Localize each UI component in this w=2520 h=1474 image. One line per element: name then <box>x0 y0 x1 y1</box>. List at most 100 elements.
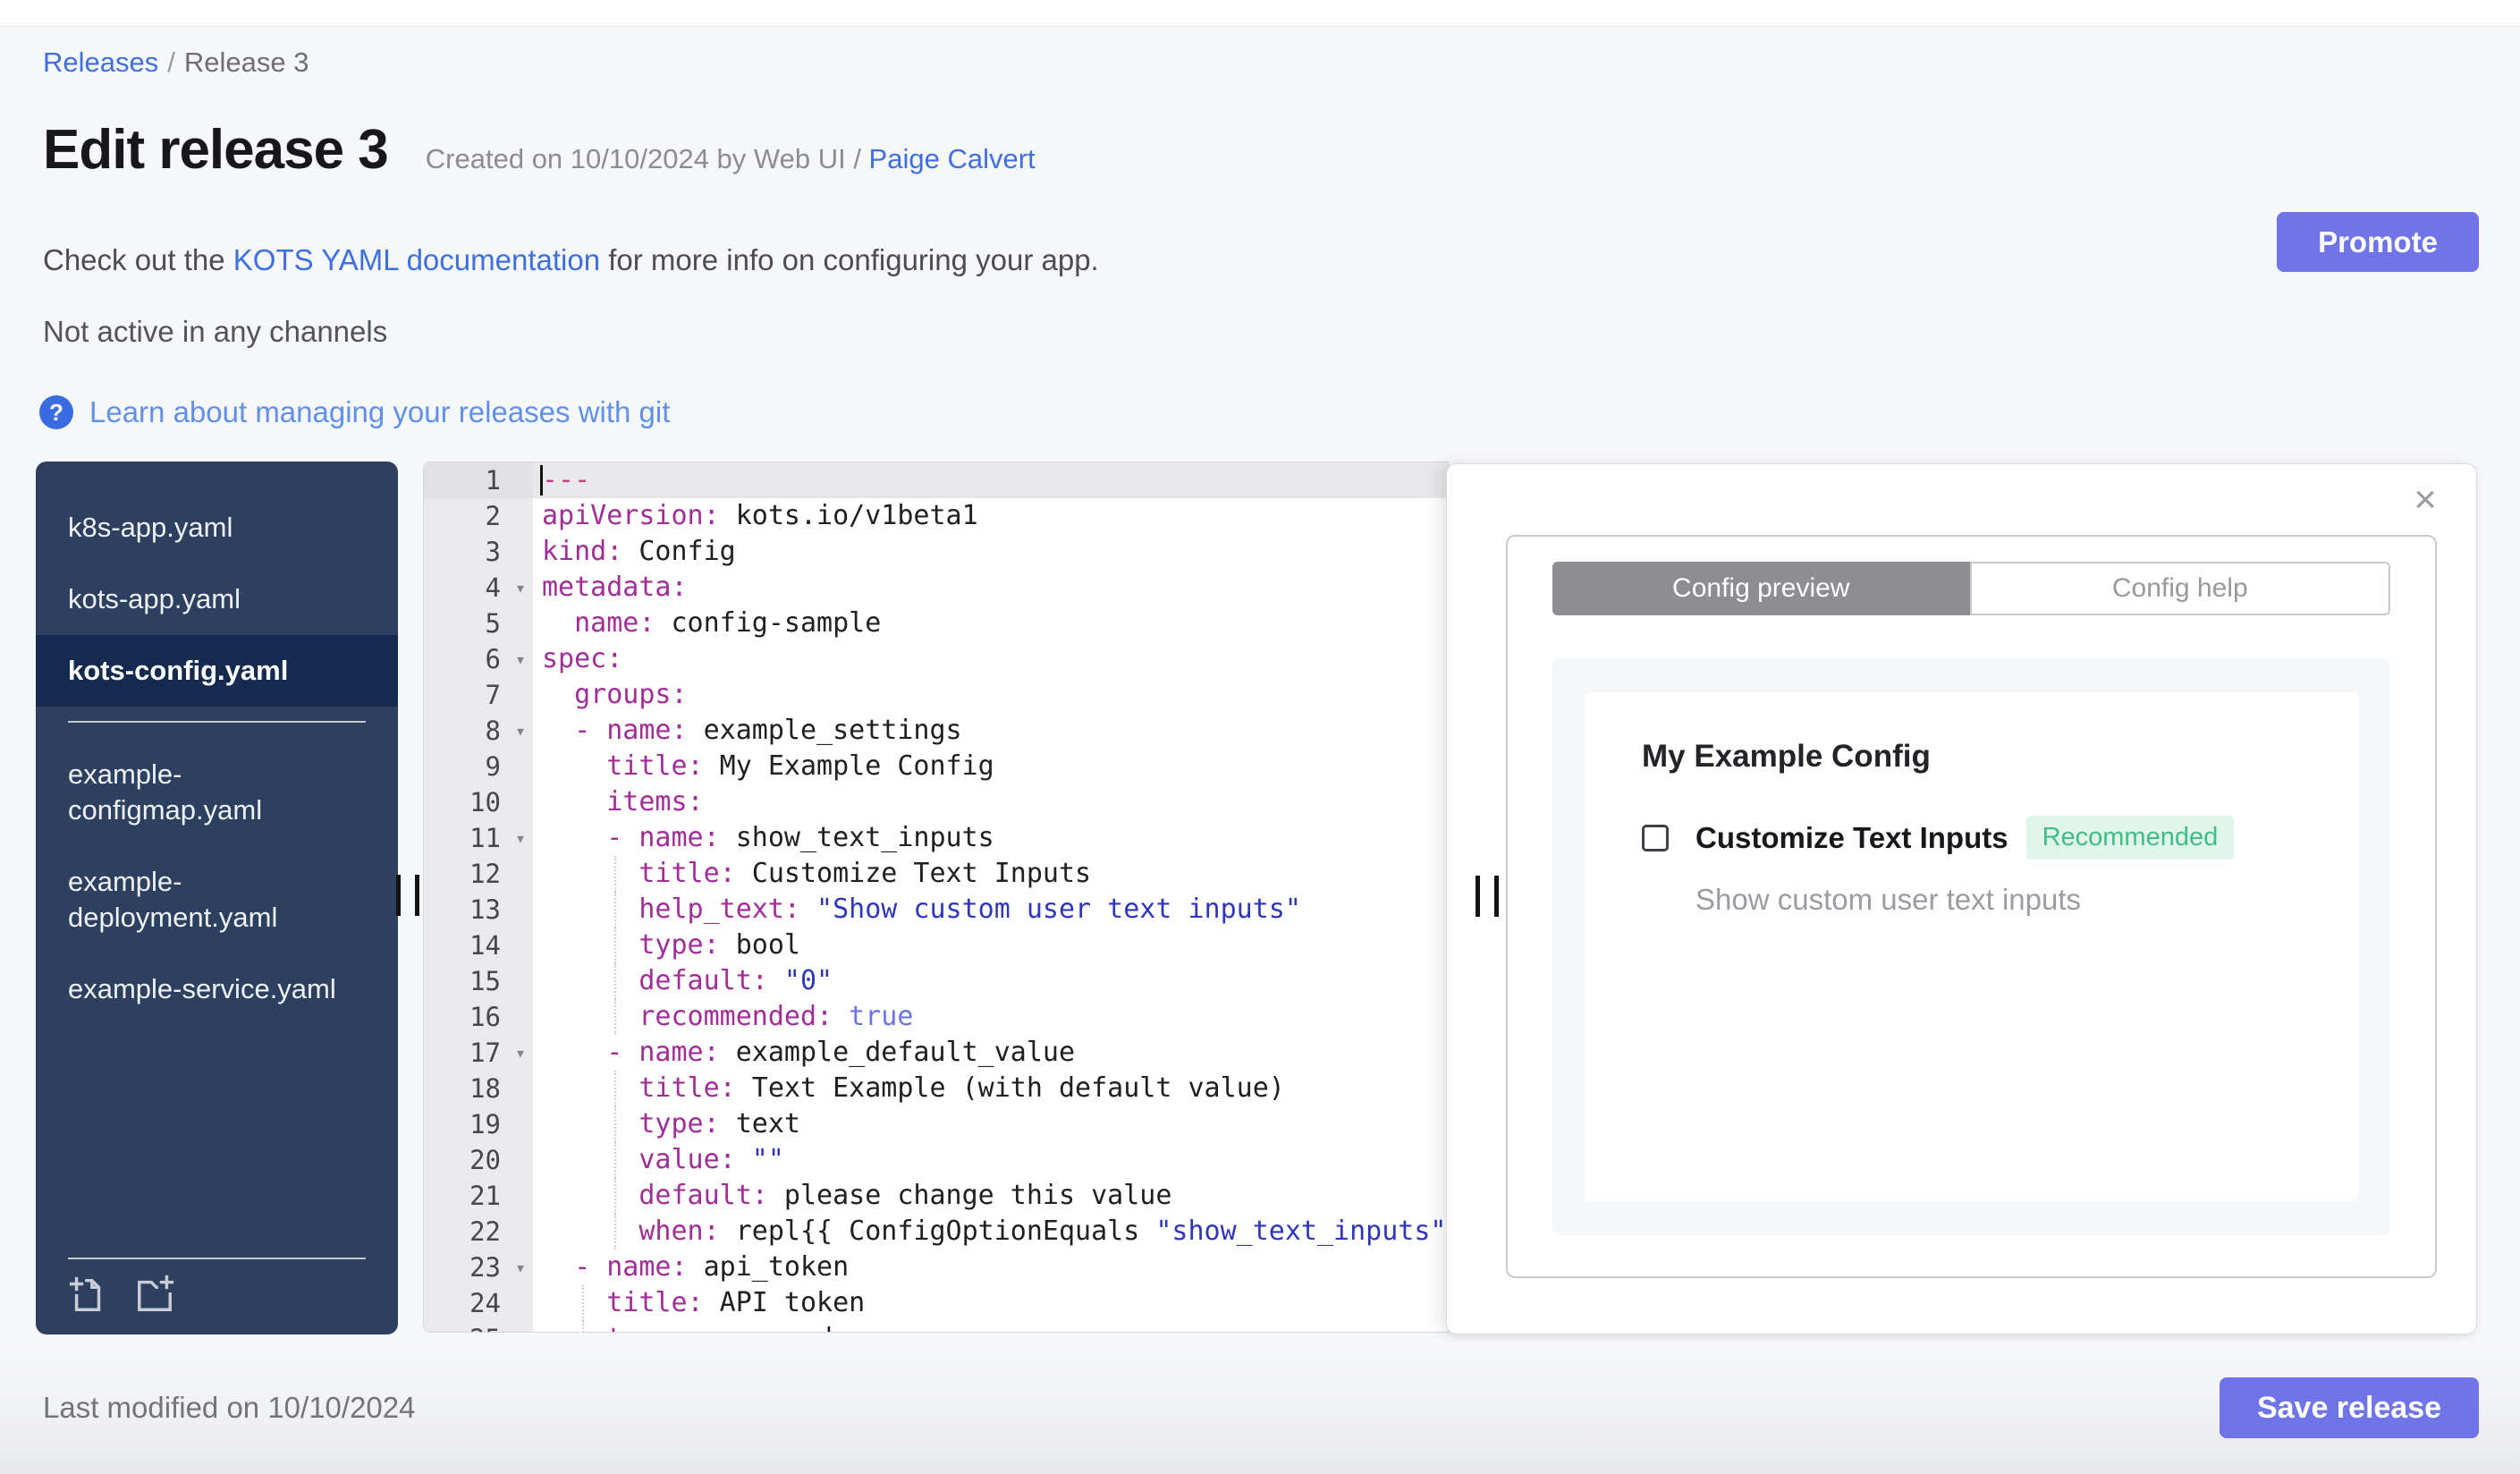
code-line[interactable]: 19 type: text <box>424 1106 1448 1142</box>
code-line-content[interactable]: - name: api_token <box>533 1250 1448 1285</box>
code-line[interactable]: 13 help_text: "Show custom user text inp… <box>424 892 1448 928</box>
code-line-content[interactable]: value: "" <box>533 1142 1448 1178</box>
code-line-content[interactable]: type: bool <box>533 928 1448 963</box>
config-preview-panel: × Config preview Config help My Example C… <box>1446 463 2477 1334</box>
customize-text-inputs-checkbox[interactable] <box>1642 824 1669 851</box>
code-line[interactable]: 24 title: API token <box>424 1285 1448 1321</box>
code-line-content[interactable]: when: repl{{ ConfigOptionEquals "show_te… <box>533 1214 1448 1250</box>
token-val: repl{{ ConfigOptionEquals <box>719 1216 1156 1247</box>
code-line-content[interactable]: apiVersion: kots.io/v1beta1 <box>533 498 1448 534</box>
file-item-kots-config.yaml[interactable]: kots-config.yaml <box>36 635 398 707</box>
token-val: password <box>688 1323 833 1332</box>
token-dash: - <box>574 715 607 746</box>
file-item-kots-app.yaml[interactable]: kots-app.yaml <box>36 563 398 635</box>
code-line[interactable]: 5 name: config-sample <box>424 606 1448 641</box>
line-number: 11 ▾ <box>424 820 533 856</box>
code-line-content[interactable]: title: Text Example (with default value) <box>533 1071 1448 1106</box>
file-item-k8s-app.yaml[interactable]: k8s-app.yaml <box>36 492 398 563</box>
code-line-content[interactable]: - name: show_text_inputs <box>533 820 1448 856</box>
indent-guide <box>614 1178 616 1214</box>
new-folder-icon[interactable] <box>134 1274 175 1315</box>
code-line[interactable]: 12 title: Customize Text Inputs <box>424 856 1448 892</box>
breadcrumb-releases-link[interactable]: Releases <box>43 47 158 78</box>
code-line-content[interactable]: type: password <box>533 1321 1448 1332</box>
tab-config-preview[interactable]: Config preview <box>1552 562 1970 615</box>
new-file-icon[interactable] <box>68 1274 109 1315</box>
file-item-example-service.yaml[interactable]: example-service.yaml <box>36 953 398 1025</box>
code-line[interactable]: 11 ▾ - name: show_text_inputs <box>424 820 1448 856</box>
code-line[interactable]: 25 type: password <box>424 1321 1448 1332</box>
indent-guide <box>582 1285 584 1321</box>
code-line[interactable]: 21 default: please change this value <box>424 1178 1448 1214</box>
line-number: 6 ▾ <box>424 641 533 677</box>
line-number: 13 <box>424 892 533 928</box>
code-line-content[interactable]: title: Customize Text Inputs <box>533 856 1448 892</box>
token-val: example_default_value <box>719 1037 1076 1068</box>
file-item-example-deployment.yaml[interactable]: example-deployment.yaml <box>36 846 398 953</box>
indent-guide <box>614 1106 616 1142</box>
code-line[interactable]: 18 title: Text Example (with default val… <box>424 1071 1448 1106</box>
code-line[interactable]: 10 items: <box>424 784 1448 820</box>
token-key: name: <box>606 1251 688 1283</box>
promote-button[interactable]: Promote <box>2277 212 2479 272</box>
panel-resize-handle[interactable] <box>1476 876 1499 917</box>
config-item-help-text: Show custom user text inputs <box>1696 883 2082 916</box>
code-line[interactable]: 7 groups: <box>424 677 1448 713</box>
code-line[interactable]: 9 title: My Example Config <box>424 749 1448 784</box>
fold-arrow-icon[interactable]: ▾ <box>515 820 526 856</box>
fold-arrow-icon[interactable]: ▾ <box>515 1035 526 1071</box>
save-release-button[interactable]: Save release <box>2220 1377 2479 1438</box>
code-line-content[interactable]: kind: Config <box>533 534 1448 570</box>
fold-arrow-icon[interactable]: ▾ <box>515 1250 526 1285</box>
code-line-content[interactable]: --- <box>533 462 1448 498</box>
code-line[interactable]: 8 ▾ - name: example_settings <box>424 713 1448 749</box>
tab-config-help[interactable]: Config help <box>1969 562 2390 615</box>
token-sp <box>542 894 638 925</box>
author-link[interactable]: Paige Calvert <box>869 143 1036 174</box>
code-line[interactable]: 6 ▾ spec: <box>424 641 1448 677</box>
code-line[interactable]: 16 recommended: true <box>424 999 1448 1035</box>
code-line-content[interactable]: items: <box>533 784 1448 820</box>
code-line-content[interactable]: type: text <box>533 1106 1448 1142</box>
token-key: title: <box>606 1287 704 1318</box>
code-line[interactable]: 4 ▾ metadata: <box>424 570 1448 606</box>
code-line-content[interactable]: spec: <box>533 641 1448 677</box>
code-line[interactable]: 2 apiVersion: kots.io/v1beta1 <box>424 498 1448 534</box>
recommended-badge: Recommended <box>2025 816 2235 860</box>
code-line[interactable]: 15 default: "0" <box>424 963 1448 999</box>
code-line-content[interactable]: title: My Example Config <box>533 749 1448 784</box>
code-line[interactable]: 17 ▾ - name: example_default_value <box>424 1035 1448 1071</box>
code-line[interactable]: 3 kind: Config <box>424 534 1448 570</box>
token-key: default: <box>638 965 768 996</box>
code-line-content[interactable]: help_text: "Show custom user text inputs… <box>533 892 1448 928</box>
yaml-code-editor[interactable]: 1 --- 2 apiVersion: kots.io/v1beta1 3 kind: C… <box>423 462 1449 1333</box>
sidebar-resize-handle[interactable] <box>396 875 419 916</box>
kots-yaml-docs-link[interactable]: KOTS YAML documentation <box>233 243 600 276</box>
file-item-example-configmap.yaml[interactable]: example-configmap.yaml <box>36 739 398 846</box>
line-number: 17 ▾ <box>424 1035 533 1071</box>
code-line-content[interactable]: default: please change this value <box>533 1178 1448 1214</box>
line-number: 19 <box>424 1106 533 1142</box>
code-line[interactable]: 23 ▾ - name: api_token <box>424 1250 1448 1285</box>
code-line-content[interactable]: default: "0" <box>533 963 1448 999</box>
code-line-content[interactable]: - name: example_default_value <box>533 1035 1448 1071</box>
fold-arrow-icon[interactable]: ▾ <box>515 641 526 677</box>
token-key: value: <box>638 1144 736 1175</box>
code-line-content[interactable]: metadata: <box>533 570 1448 606</box>
token-key: name: <box>574 607 655 639</box>
code-line[interactable]: 1 --- <box>424 462 1448 498</box>
close-icon[interactable]: × <box>2414 480 2437 520</box>
code-line-content[interactable]: recommended: true <box>533 999 1448 1035</box>
fold-arrow-icon[interactable]: ▾ <box>515 570 526 606</box>
code-line-content[interactable]: title: API token <box>533 1285 1448 1321</box>
fold-arrow-icon[interactable]: ▾ <box>515 713 526 749</box>
code-line[interactable]: 14 type: bool <box>424 928 1448 963</box>
code-line[interactable]: 20 value: "" <box>424 1142 1448 1178</box>
git-releases-link[interactable]: Learn about managing your releases with … <box>89 395 670 429</box>
code-line-content[interactable]: - name: example_settings <box>533 713 1448 749</box>
config-item-label: Customize Text Inputs <box>1696 820 2008 854</box>
code-line-content[interactable]: name: config-sample <box>533 606 1448 641</box>
code-line[interactable]: 22 when: repl{{ ConfigOptionEquals "show… <box>424 1214 1448 1250</box>
code-line-content[interactable]: groups: <box>533 677 1448 713</box>
config-form: My Example Config Customize Text Inputs … <box>1585 692 2358 1201</box>
